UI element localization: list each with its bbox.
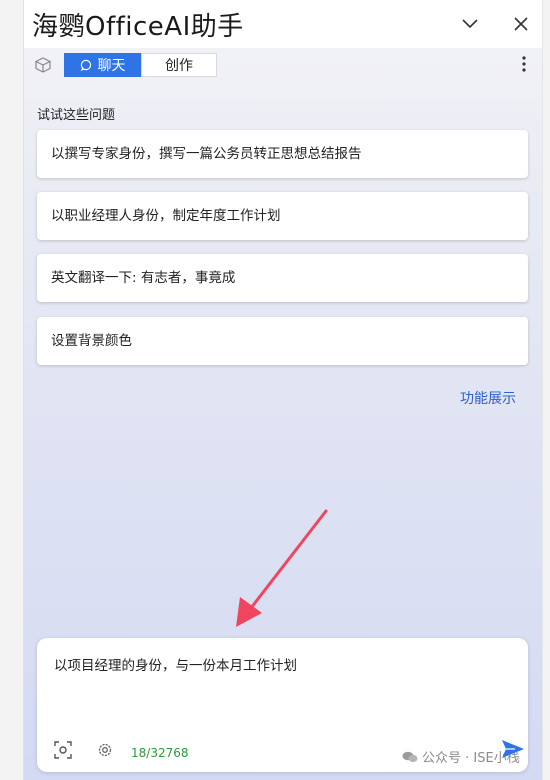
- tab-chat[interactable]: 聊天: [64, 53, 141, 77]
- suggestion-card[interactable]: 以职业经理人身份，制定年度工作计划: [37, 192, 528, 240]
- title-bar: 海鹦OfficeAI助手: [24, 0, 542, 48]
- tab-chat-label: 聊天: [97, 58, 126, 74]
- more-vertical-icon[interactable]: [520, 55, 528, 73]
- cube-icon[interactable]: [34, 56, 52, 74]
- wechat-icon: [402, 751, 418, 763]
- right-scrollbar-edge[interactable]: [542, 0, 550, 780]
- feature-demo-link[interactable]: 功能展示: [460, 388, 516, 408]
- app-title: 海鹦OfficeAI助手: [32, 12, 244, 42]
- character-counter: 18/32768: [131, 746, 189, 760]
- chevron-down-icon[interactable]: [460, 14, 480, 34]
- suggestions-title: 试试这些问题: [37, 108, 116, 123]
- toolbar: 聊天 创作: [24, 48, 542, 82]
- tab-create[interactable]: 创作: [141, 53, 217, 77]
- suggestion-card[interactable]: 以撰写专家身份，撰写一篇公务员转正思想总结报告: [37, 130, 528, 178]
- send-icon[interactable]: [501, 738, 525, 760]
- screenshot-icon[interactable]: [53, 740, 73, 760]
- tab-create-label: 创作: [165, 58, 193, 74]
- gear-icon[interactable]: [95, 740, 115, 760]
- left-document-edge: [0, 0, 24, 780]
- assistant-pane: 海鹦OfficeAI助手 聊天 创作 试试这些问题 以撰写专家身份，撰写一篇公务…: [24, 0, 542, 780]
- suggestion-card[interactable]: 英文翻译一下: 有志者，事竟成: [37, 254, 528, 302]
- chat-input-text[interactable]: 以项目经理的身份，与一份本月工作计划: [54, 654, 297, 674]
- chat-input-box[interactable]: 以项目经理的身份，与一份本月工作计划 18/32768 公众号 · ISE小栈: [37, 638, 528, 772]
- suggestion-card[interactable]: 设置背景颜色: [37, 317, 528, 365]
- chat-bubble-icon: [80, 55, 92, 72]
- annotation-arrow: [214, 505, 334, 635]
- close-icon[interactable]: [511, 14, 531, 34]
